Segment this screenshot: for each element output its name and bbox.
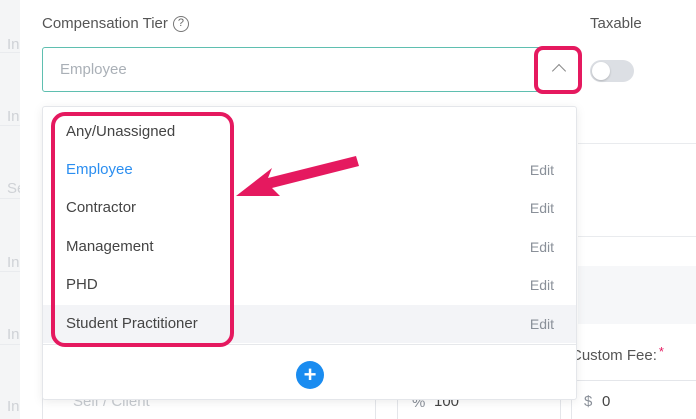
annotation-arrow — [236, 156, 359, 196]
